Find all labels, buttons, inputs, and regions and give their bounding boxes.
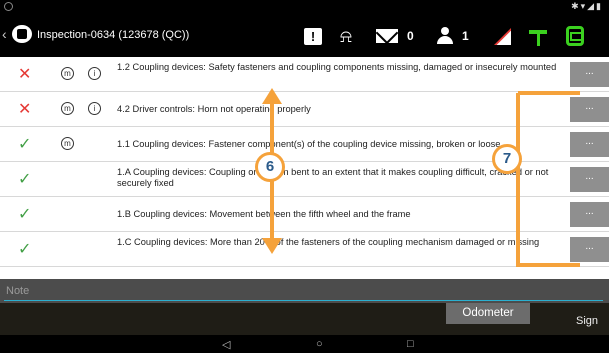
item-text: 1.2 Coupling devices: Safety fasteners a… xyxy=(117,62,557,72)
user-count: 1 xyxy=(462,29,469,43)
notification-icon xyxy=(4,2,13,11)
pass-check-icon: ✓ xyxy=(18,206,32,223)
more-button[interactable]: ... xyxy=(570,132,609,157)
odometer-button[interactable]: Odometer xyxy=(446,303,530,324)
system-status-bar: ✱▾◢▮ xyxy=(0,0,609,13)
callout-6: 6 xyxy=(255,152,285,182)
nav-recents-icon[interactable]: □ xyxy=(407,338,414,350)
more-button[interactable]: ... xyxy=(570,62,609,87)
info-icon[interactable]: i xyxy=(88,102,101,115)
more-button[interactable]: ... xyxy=(570,237,609,262)
pass-check-icon: ✓ xyxy=(18,136,32,153)
fail-x-icon: ✕ xyxy=(18,101,32,118)
inspection-title: Inspection-0634 (123678 (QC)) xyxy=(37,29,190,41)
list-item[interactable]: ✕ m i 4.2 Driver controls: Horn not oper… xyxy=(0,92,609,127)
bell-icon[interactable]: ⍾ xyxy=(340,26,356,48)
status-icons: ✱▾◢▮ xyxy=(571,1,603,11)
sign-icon[interactable] xyxy=(529,27,547,49)
note-input[interactable] xyxy=(4,282,603,301)
person-icon[interactable] xyxy=(437,27,453,49)
system-nav-bar: ◁ ○ □ xyxy=(0,335,609,353)
item-text: 1.1 Coupling devices: Fastener component… xyxy=(117,139,501,149)
mail-count: 0 xyxy=(407,29,414,43)
list-item[interactable]: ✓ 1.C Coupling devices: More than 20% of… xyxy=(0,232,609,267)
info-icon[interactable]: i xyxy=(88,67,101,80)
list-item[interactable]: ✓ 1.B Coupling devices: Movement between… xyxy=(0,197,609,232)
pass-check-icon: ✓ xyxy=(18,171,32,188)
mail-icon[interactable] xyxy=(376,29,398,43)
m-badge-icon[interactable]: m xyxy=(61,102,74,115)
note-bar xyxy=(0,279,609,303)
sign-button[interactable]: Sign xyxy=(576,315,598,327)
alert-icon[interactable]: ! xyxy=(304,28,322,45)
more-button[interactable]: ... xyxy=(570,202,609,227)
nav-home-icon[interactable]: ○ xyxy=(316,338,323,350)
nav-back-icon[interactable]: ◁ xyxy=(222,338,230,351)
item-text: 4.2 Driver controls: Horn not operating … xyxy=(117,104,311,114)
bottom-bar: Odometer Sign xyxy=(0,303,609,335)
item-text: 1.C Coupling devices: More than 20% of t… xyxy=(117,237,540,247)
logo-icon xyxy=(12,25,32,43)
flag-icon[interactable] xyxy=(494,28,511,45)
list-item[interactable]: ✕ m i 1.2 Coupling devices: Safety faste… xyxy=(0,57,609,92)
app-bar: ‹ Inspection-0634 (123678 (QC)) ! ⍾ 0 1 xyxy=(0,13,609,57)
item-text: 1.B Coupling devices: Movement between t… xyxy=(117,209,411,219)
callout-7: 7 xyxy=(492,144,522,174)
pass-check-icon: ✓ xyxy=(18,241,32,258)
bus-icon[interactable] xyxy=(566,26,584,46)
m-badge-icon[interactable]: m xyxy=(61,137,74,150)
item-text: 1.A Coupling devices: Coupling or kingpi… xyxy=(117,167,549,188)
more-button[interactable]: ... xyxy=(570,97,609,122)
m-badge-icon[interactable]: m xyxy=(61,67,74,80)
back-icon[interactable]: ‹ xyxy=(2,26,7,42)
more-button[interactable]: ... xyxy=(570,167,609,192)
fail-x-icon: ✕ xyxy=(18,66,32,83)
